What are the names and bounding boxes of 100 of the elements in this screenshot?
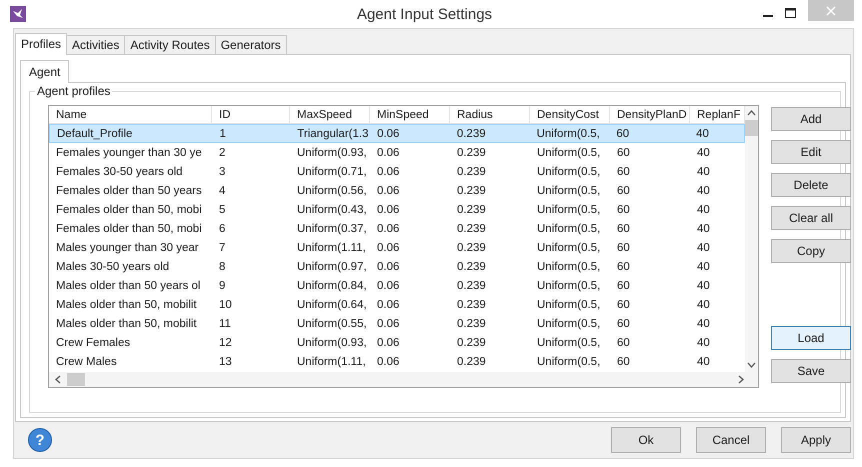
column-header[interactable]: ID <box>212 106 290 123</box>
table-cell-text: 40 <box>696 204 711 216</box>
table-cell-text: 60 <box>616 184 631 196</box>
maximize-icon[interactable] <box>785 8 796 18</box>
table-cell-text: Uniform(0.55, <box>296 318 368 330</box>
table-cell-text: Uniform(0.84, <box>296 280 368 292</box>
table-cell-text: 40 <box>696 146 711 158</box>
table-cell-text: 2 <box>218 146 226 158</box>
button[interactable]: Copy <box>771 239 851 263</box>
tab[interactable]: Profiles <box>15 33 68 55</box>
table-cell-text: 0.239 <box>456 146 487 158</box>
column-header[interactable]: MinSpeed <box>370 106 450 123</box>
column-header[interactable]: DensityPlanD <box>610 106 690 123</box>
table-cell-text: Uniform(0.71, <box>296 166 368 178</box>
table-cell-text: 0.239 <box>456 204 487 216</box>
table-cell-text: 60 <box>616 222 631 234</box>
column-header[interactable]: Name <box>49 106 212 123</box>
button[interactable]: Edit <box>771 140 851 164</box>
table-cell-text: Uniform(0.5, <box>536 146 602 158</box>
tab[interactable]: Agent <box>20 60 70 83</box>
table-cell-text: Uniform(0.43, <box>296 204 368 216</box>
table-cell-text: 0.06 <box>376 184 400 196</box>
scroll-right-icon[interactable] <box>738 375 744 384</box>
button[interactable]: Delete <box>771 173 851 197</box>
table-row[interactable]: Females older than 50 years 4 Uniform(0.56, 0.06 0.239 Uniform(0.5, 60 40 <box>49 181 745 200</box>
table-cell-text: 40 <box>696 184 711 196</box>
table-cell-text: Males older than 50, mobilit <box>55 318 198 330</box>
table-cell-text: 60 <box>616 146 631 158</box>
button[interactable]: Apply <box>781 427 851 453</box>
button[interactable]: Load <box>771 326 851 350</box>
table-cell-text: 40 <box>696 318 711 330</box>
table-cell-text: Males 30-50 years old <box>55 260 170 272</box>
table-cell-text: Uniform(0.93, <box>296 336 368 348</box>
table-cell-text: 11 <box>218 318 232 330</box>
table-cell-text: Uniform(0.5, <box>536 280 602 292</box>
table-cell-text: Uniform(0.5, <box>536 298 602 310</box>
table-cell-text: Default_Profile <box>56 128 134 140</box>
table-cell-text: 5 <box>218 204 226 216</box>
table-cell-text: 0.06 <box>376 128 400 140</box>
table-cell-text: Triangular(1.3 <box>296 128 370 140</box>
button[interactable]: Add <box>771 107 851 131</box>
table-row[interactable]: Males younger than 30 year 7 Uniform(1.11, 0.06 0.239 Uniform(0.5, 60 40 <box>49 238 745 257</box>
table-cell-text: 0.06 <box>376 222 400 234</box>
table-cell-text: 40 <box>696 242 711 254</box>
table-row[interactable]: Males older than 50, mobilit 11 Uniform(0.55, 0.06 0.239 Uniform(0.5, 60 40 <box>49 314 745 333</box>
window-title: Agent Input Settings <box>356 6 494 22</box>
table-row[interactable]: Crew Males 13 Uniform(1.11, 0.06 0.239 Uniform(0.5, 60 40 <box>49 352 745 371</box>
table-cell-text: 0.06 <box>376 298 400 310</box>
table-cell-text: 0.06 <box>376 166 400 178</box>
table-row[interactable]: Males older than 50, mobilit 10 Uniform(0.64, 0.06 0.239 Uniform(0.5, 60 40 <box>49 295 745 314</box>
horizontal-scrollbar[interactable] <box>49 372 758 387</box>
table-cell-text: 40 <box>696 222 711 234</box>
table-cell-text: Uniform(0.64, <box>296 298 368 310</box>
table-cell-text: Females older than 50, mobi <box>55 204 203 216</box>
table-cell-text: 0.239 <box>456 318 487 330</box>
table-cell-text: 4 <box>218 184 226 196</box>
scroll-thumb[interactable] <box>67 373 85 386</box>
table-row[interactable]: Females older than 50, mobi 5 Uniform(0.43, 0.06 0.239 Uniform(0.5, 60 40 <box>49 200 745 219</box>
table-row[interactable]: Males older than 50 years ol 9 Uniform(0.84, 0.06 0.239 Uniform(0.5, 60 40 <box>49 276 745 295</box>
table-cell-text: 60 <box>616 242 631 254</box>
column-header[interactable]: MaxSpeed <box>290 106 370 123</box>
table-cell-text: Uniform(0.37, <box>296 222 368 234</box>
button[interactable]: Save <box>771 359 851 383</box>
column-header[interactable]: Radius <box>450 106 530 123</box>
table-cell-text: 40 <box>696 280 711 292</box>
vertical-scrollbar[interactable] <box>745 106 758 372</box>
scroll-down-icon[interactable] <box>747 362 756 368</box>
table-cell-text: Uniform(0.56, <box>296 184 368 196</box>
table-cell-text: 7 <box>218 242 226 254</box>
button[interactable]: Ok <box>611 427 681 453</box>
table-cell-text: 0.06 <box>376 336 400 348</box>
button[interactable]: Clear all <box>771 206 851 230</box>
table-cell-text: 0.239 <box>456 298 487 310</box>
table-row[interactable]: Females younger than 30 ye 2 Uniform(0.93, 0.06 0.239 Uniform(0.5, 60 40 <box>49 143 745 162</box>
table-row[interactable]: Default_Profile 1 Triangular(1.3 0.06 0.239 Uniform(0.5, 60 40 <box>49 124 745 143</box>
table-row[interactable]: Crew Females 12 Uniform(0.93, 0.06 0.239 Uniform(0.5, 60 40 <box>49 333 745 352</box>
table-cell-text: Uniform(0.5, <box>536 184 602 196</box>
help-button[interactable]: ? <box>28 428 52 452</box>
table-cell-text: Crew Females <box>55 336 132 348</box>
table-cell-text: Uniform(0.5, <box>536 128 601 140</box>
table-cell-text: Uniform(0.5, <box>536 318 602 330</box>
table-cell-text: 0.239 <box>456 222 487 234</box>
button[interactable]: Cancel <box>696 427 766 453</box>
table-cell-text: 60 <box>616 318 631 330</box>
tab[interactable]: Activity Routes <box>124 35 216 54</box>
scroll-up-icon[interactable] <box>747 110 756 116</box>
scroll-left-icon[interactable] <box>55 375 61 384</box>
table-cell-text: 60 <box>616 356 631 368</box>
table-cell-text: Females older than 50, mobi <box>55 222 203 234</box>
tab[interactable]: Generators <box>214 35 287 54</box>
column-header[interactable]: DensityCost <box>530 106 610 123</box>
table-row[interactable]: Females 30-50 years old 3 Uniform(0.71, 0.06 0.239 Uniform(0.5, 60 40 <box>49 162 745 181</box>
table-cell-text: 1 <box>218 128 227 140</box>
table-row[interactable]: Males 30-50 years old 8 Uniform(0.97, 0.06 0.239 Uniform(0.5, 60 40 <box>49 257 745 276</box>
table-cell-text: 0.06 <box>376 260 400 272</box>
scroll-thumb[interactable] <box>745 120 758 136</box>
table-row[interactable]: Females older than 50, mobi 6 Uniform(0.37, 0.06 0.239 Uniform(0.5, 60 40 <box>49 219 745 238</box>
group-title: Agent profiles <box>35 84 112 98</box>
table-cell-text: 8 <box>218 260 226 272</box>
table-cell-text: 60 <box>616 260 631 272</box>
